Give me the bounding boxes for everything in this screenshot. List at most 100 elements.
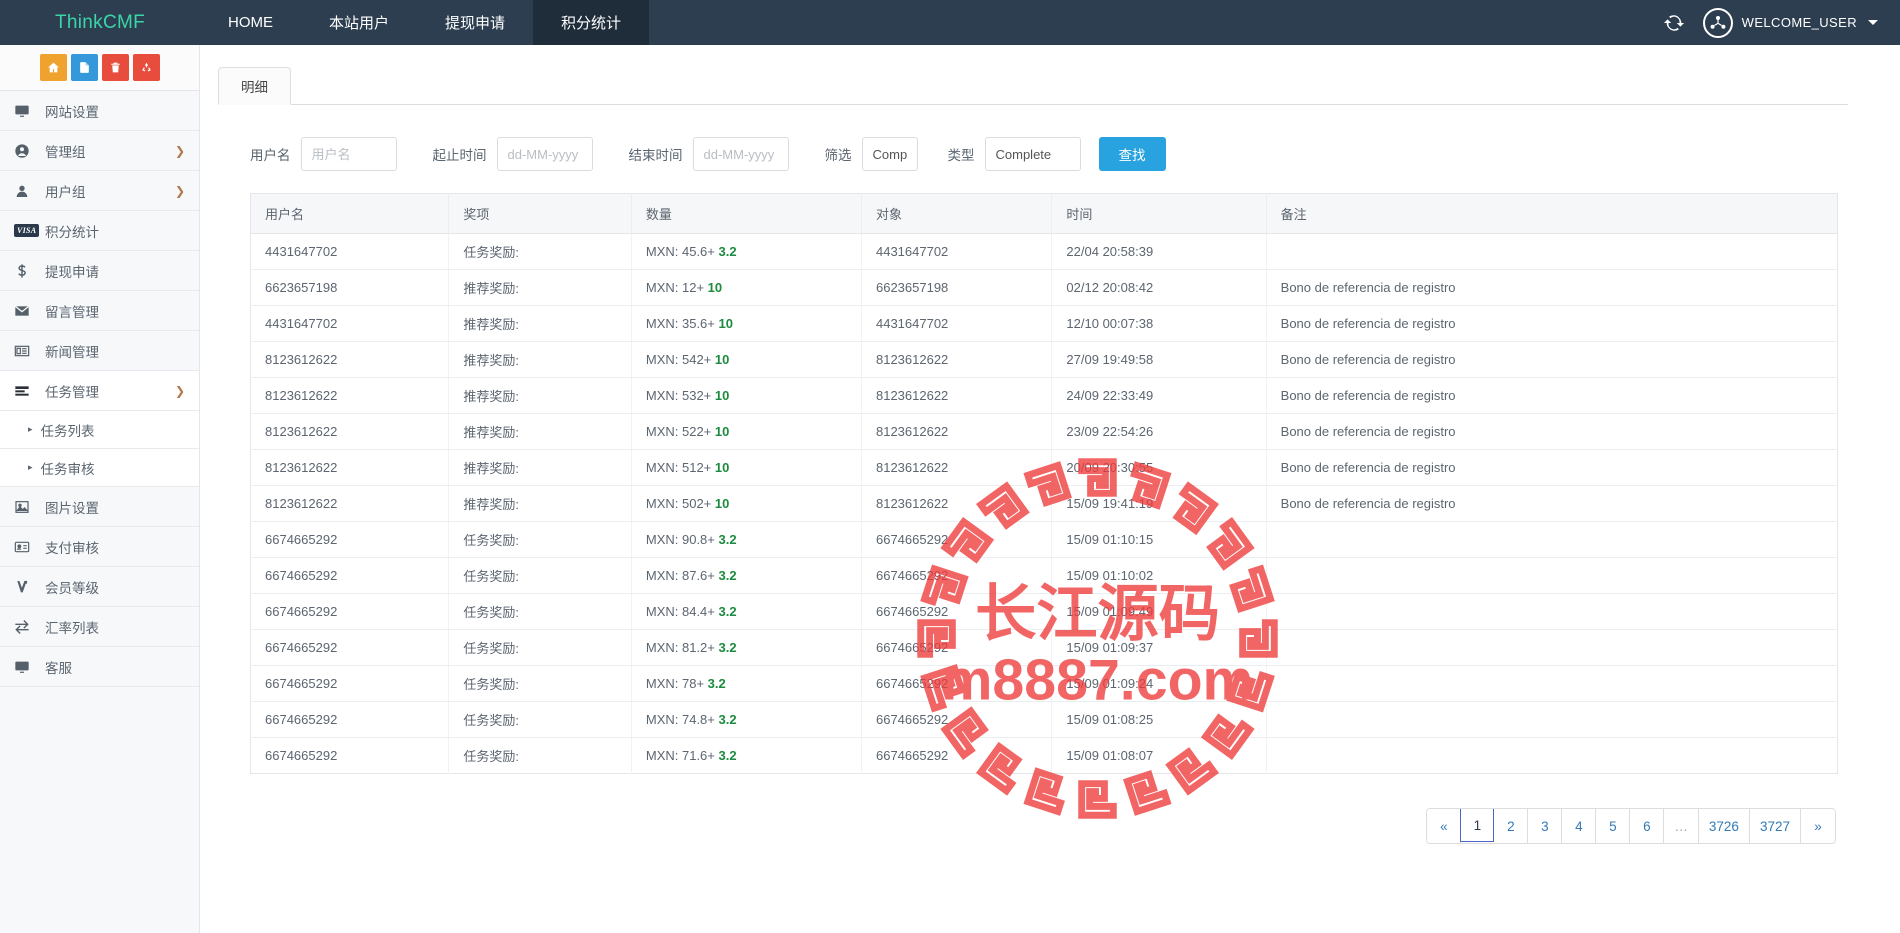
list-icon: [14, 383, 36, 399]
sidebar-item-task-management[interactable]: 任务管理 ❯: [0, 371, 199, 411]
table-row[interactable]: 8123612622 推荐奖励: MXN: 502+ 10 8123612622 15/…: [250, 485, 1838, 522]
sidebar-item-payment-review[interactable]: 支付审核: [0, 527, 199, 567]
start-date-label: 起止时间: [432, 148, 487, 163]
pagination-page-6[interactable]: 6: [1630, 809, 1665, 843]
sidebar-menu: 网站设置 管理组 ❯ 用户组 ❯ VISA 积分统计 提现申请 留言管理 新闻管…: [0, 91, 199, 687]
sidebar-item-member-level[interactable]: 会员等级: [0, 567, 199, 607]
cell-target: 8123612622: [861, 485, 1053, 522]
pagination-page-3[interactable]: 3: [1528, 809, 1563, 843]
user-circle-icon: [14, 143, 36, 159]
table-row[interactable]: 6674665292 任务奖励: MXN: 78+ 3.2 6674665292 15/…: [250, 665, 1838, 702]
cell-amount: MXN: 45.6+ 3.2: [631, 233, 862, 270]
chevron-right-icon: ❯: [174, 183, 185, 198]
sidebar-quick-actions: [0, 45, 199, 91]
cell-remark: [1266, 665, 1838, 702]
pagination-page-1[interactable]: 1: [1460, 809, 1495, 842]
monitor-icon: [14, 659, 36, 675]
pagination-next[interactable]: »: [1801, 809, 1835, 843]
brand-logo[interactable]: ThinkCMF: [0, 0, 200, 45]
cell-time: 22/04 20:58:39: [1051, 233, 1267, 270]
nav-link-withdraw[interactable]: 提现申请: [417, 0, 533, 45]
pagination-page-3726[interactable]: 3726: [1698, 809, 1750, 843]
filter-select[interactable]: [861, 137, 918, 171]
amount-bonus: 3.2: [718, 532, 737, 547]
cell-prize: 推荐奖励:: [448, 269, 632, 306]
cell-prize: 任务奖励:: [448, 593, 632, 630]
cell-target: 6674665292: [861, 593, 1053, 630]
table-row[interactable]: 8123612622 推荐奖励: MXN: 532+ 10 8123612622 24/…: [250, 377, 1838, 414]
col-header-time: 时间: [1051, 193, 1267, 234]
pagination-page-3727[interactable]: 3727: [1749, 809, 1801, 843]
cell-remark: [1266, 521, 1838, 558]
col-header-target: 对象: [861, 193, 1053, 234]
username-input[interactable]: [300, 137, 397, 171]
table-body: 4431647702 任务奖励: MXN: 45.6+ 3.2 4431647702 2…: [250, 233, 1838, 774]
cell-target: 8123612622: [861, 449, 1053, 486]
amount-bonus: 3.2: [718, 244, 737, 259]
amount-bonus: 3.2: [718, 604, 737, 619]
sidebar-item-task-review[interactable]: ▸ 任务审核: [0, 449, 199, 487]
top-navbar: ThinkCMF HOME 本站用户 提现申请 积分统计 WELCOME_USE…: [0, 0, 1900, 45]
tab-detail[interactable]: 明细: [218, 67, 291, 105]
sidebar-item-image-settings[interactable]: 图片设置: [0, 487, 199, 527]
table-row[interactable]: 6674665292 任务奖励: MXN: 87.6+ 3.2 6674665292 1…: [250, 557, 1838, 594]
sidebar-item-exchange-rate[interactable]: 汇率列表: [0, 607, 199, 647]
sidebar-item-label: 汇率列表: [45, 620, 99, 636]
sidebar-item-user-group[interactable]: 用户组 ❯: [0, 171, 199, 211]
cell-amount: MXN: 90.8+ 3.2: [631, 521, 862, 558]
refresh-icon[interactable]: [1663, 12, 1685, 34]
table-row[interactable]: 8123612622 推荐奖励: MXN: 522+ 10 8123612622 23/…: [250, 413, 1838, 450]
end-date-input[interactable]: [692, 137, 789, 171]
recycle-icon[interactable]: [132, 54, 160, 81]
user-menu[interactable]: WELCOME_USER: [1702, 7, 1878, 38]
cell-user: 6674665292: [250, 593, 450, 630]
sidebar-item-withdraw[interactable]: 提现申请: [0, 251, 199, 291]
trash-icon[interactable]: [101, 54, 129, 81]
sidebar-item-points-stats[interactable]: VISA 积分统计: [0, 211, 199, 251]
cell-amount: MXN: 78+ 3.2: [631, 665, 862, 702]
amount-bonus: 10: [714, 424, 730, 439]
cell-user: 8123612622: [250, 485, 450, 522]
home-icon[interactable]: [39, 54, 67, 81]
pagination-prev[interactable]: «: [1427, 809, 1462, 843]
cell-remark: Bono de referencia de registro: [1266, 269, 1838, 306]
pagination-page-2[interactable]: 2: [1494, 809, 1529, 843]
col-header-prize: 奖项: [448, 193, 632, 234]
nav-link-users[interactable]: 本站用户: [301, 0, 417, 45]
sidebar-item-site-settings[interactable]: 网站设置: [0, 91, 199, 131]
cell-time: 12/10 00:07:38: [1051, 305, 1267, 342]
amount-base: MXN: 532+: [645, 388, 715, 403]
table-row[interactable]: 6674665292 任务奖励: MXN: 74.8+ 3.2 6674665292 1…: [250, 701, 1838, 738]
cell-time: 02/12 20:08:42: [1051, 269, 1267, 306]
sidebar: 网站设置 管理组 ❯ 用户组 ❯ VISA 积分统计 提现申请 留言管理 新闻管…: [0, 45, 200, 933]
table-row[interactable]: 8123612622 推荐奖励: MXN: 542+ 10 8123612622 27/…: [250, 341, 1838, 378]
table-row[interactable]: 6674665292 任务奖励: MXN: 84.4+ 3.2 6674665292 1…: [250, 593, 1838, 630]
pagination: «1 2 3 4 5 6… 3726 3727»: [1426, 808, 1836, 844]
sidebar-item-news[interactable]: 新闻管理: [0, 331, 199, 371]
sidebar-item-admin-group[interactable]: 管理组 ❯: [0, 131, 199, 171]
sidebar-item-messages[interactable]: 留言管理: [0, 291, 199, 331]
start-date-input[interactable]: [496, 137, 593, 171]
main-content: 明细 用户名 起止时间 结束时间 筛选 类型 查找: [200, 45, 1900, 933]
amount-bonus: 10: [714, 496, 730, 511]
cell-amount: MXN: 74.8+ 3.2: [631, 701, 862, 738]
table-row[interactable]: 4431647702 推荐奖励: MXN: 35.6+ 10 4431647702 12…: [250, 305, 1838, 342]
file-icon[interactable]: [70, 54, 98, 81]
table-row[interactable]: 6674665292 任务奖励: MXN: 90.8+ 3.2 6674665292 1…: [250, 521, 1838, 558]
type-select-label: 类型: [947, 148, 975, 163]
nav-link-home[interactable]: HOME: [200, 0, 301, 45]
pagination-page-5[interactable]: 5: [1596, 809, 1631, 843]
table-row[interactable]: 6623657198 推荐奖励: MXN: 12+ 10 6623657198 02/1…: [250, 269, 1838, 306]
pagination-page-4[interactable]: 4: [1562, 809, 1597, 843]
cell-target: 4431647702: [861, 233, 1053, 270]
sidebar-item-task-list[interactable]: ▸ 任务列表: [0, 411, 199, 449]
type-select[interactable]: [984, 137, 1081, 171]
table-row[interactable]: 6674665292 任务奖励: MXN: 81.2+ 3.2 6674665292 1…: [250, 629, 1838, 666]
table-row[interactable]: 8123612622 推荐奖励: MXN: 512+ 10 8123612622 20/…: [250, 449, 1838, 486]
nav-link-points[interactable]: 积分统计: [533, 0, 650, 45]
search-button[interactable]: 查找: [1098, 137, 1166, 171]
table-row[interactable]: 4431647702 任务奖励: MXN: 45.6+ 3.2 4431647702 2…: [250, 233, 1838, 270]
cell-remark: Bono de referencia de registro: [1266, 305, 1838, 342]
table-row[interactable]: 6674665292 任务奖励: MXN: 71.6+ 3.2 6674665292 1…: [250, 737, 1838, 774]
sidebar-item-customer-service[interactable]: 客服: [0, 647, 199, 687]
